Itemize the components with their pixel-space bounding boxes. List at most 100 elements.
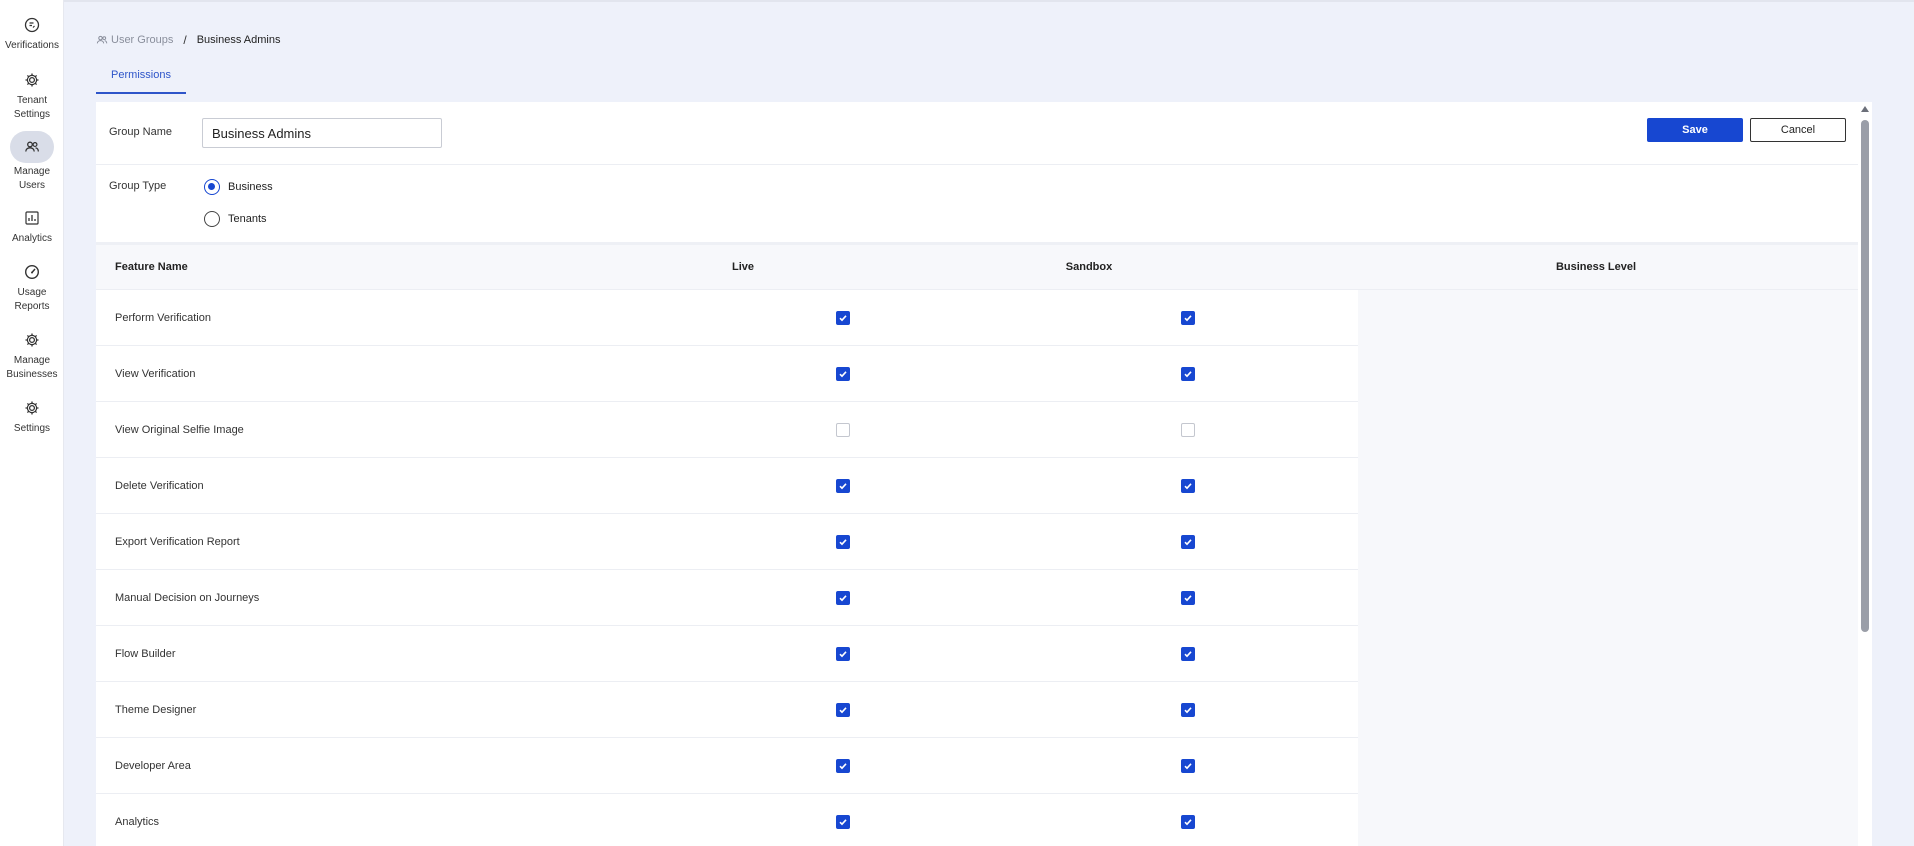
sidebar-item-settings[interactable]: Settings [0, 397, 64, 436]
scroll-up-arrow[interactable] [1861, 106, 1869, 112]
feature-name-cell: View Verification [115, 368, 196, 380]
radio-business-label: Business [228, 181, 273, 193]
table-row: View Verification [96, 346, 1858, 402]
business-level-cell [1358, 346, 1858, 402]
table-row: Perform Verification [96, 290, 1858, 346]
group-name-label: Group Name [109, 126, 172, 138]
sandbox-checkbox[interactable] [1181, 591, 1195, 605]
live-checkbox[interactable] [836, 815, 850, 829]
feature-name-cell: Theme Designer [115, 704, 197, 716]
sidebar: Verifications Tenant Settings Manage Use… [0, 0, 64, 846]
save-button[interactable]: Save [1647, 118, 1743, 142]
sidebar-item-label: Manage Users [13, 166, 51, 191]
table-header: Feature Name Live Sandbox Business Level [96, 245, 1858, 290]
users-icon [96, 35, 108, 44]
table-row: Developer Area [96, 738, 1858, 794]
users-icon [10, 131, 54, 163]
sidebar-item-analytics[interactable]: Analytics [0, 207, 64, 246]
permissions-table: Feature Name Live Sandbox Business Level… [96, 245, 1858, 846]
sidebar-item-tenant-settings[interactable]: Tenant Settings [0, 69, 64, 122]
gear-icon [21, 329, 43, 351]
scroll-thumb[interactable] [1861, 120, 1869, 632]
form-divider [96, 164, 1858, 165]
table-row: Flow Builder [96, 626, 1858, 682]
live-checkbox[interactable] [836, 479, 850, 493]
app-root: Verifications Tenant Settings Manage Use… [0, 0, 1914, 846]
top-divider [64, 0, 1914, 2]
scrollbar[interactable] [1858, 102, 1872, 846]
sidebar-item-label: Verifications [5, 40, 59, 51]
sidebar-item-verifications[interactable]: Verifications [0, 14, 64, 53]
radio-business[interactable]: Business [204, 179, 273, 195]
feature-name-cell: Manual Decision on Journeys [115, 592, 260, 604]
group-type-label: Group Type [109, 180, 167, 192]
radio-tenants[interactable]: Tenants [204, 211, 267, 227]
sandbox-checkbox[interactable] [1181, 759, 1195, 773]
business-level-cell [1358, 570, 1858, 626]
business-level-cell [1358, 290, 1858, 346]
header-live: Live [731, 261, 754, 273]
table-row: Manual Decision on Journeys [96, 570, 1858, 626]
verifications-icon [21, 14, 43, 36]
sidebar-item-label: Tenant Settings [13, 95, 51, 120]
feature-name-cell: Analytics [115, 816, 160, 828]
business-level-cell [1358, 458, 1858, 514]
sidebar-item-label: Settings [13, 423, 51, 434]
business-level-cell [1358, 682, 1858, 738]
table-row: View Original Selfie Image [96, 402, 1858, 458]
business-level-cell [1358, 402, 1858, 458]
live-checkbox[interactable] [836, 367, 850, 381]
live-checkbox[interactable] [836, 535, 850, 549]
header-sandbox: Sandbox [1065, 261, 1113, 273]
radio-tenants-label: Tenants [228, 213, 267, 225]
sandbox-checkbox[interactable] [1181, 647, 1195, 661]
feature-name-cell: Export Verification Report [115, 536, 240, 548]
breadcrumb-user-groups[interactable]: User Groups [96, 34, 173, 46]
group-name-field[interactable] [202, 118, 442, 148]
sandbox-checkbox[interactable] [1181, 311, 1195, 325]
breadcrumb-current: Business Admins [196, 34, 281, 46]
live-checkbox[interactable] [836, 759, 850, 773]
sandbox-checkbox[interactable] [1181, 703, 1195, 717]
feature-name-cell: Perform Verification [115, 312, 211, 324]
sandbox-checkbox[interactable] [1181, 815, 1195, 829]
table-body: Perform Verification View Verification Vie… [96, 290, 1858, 846]
radio-button-checked[interactable] [204, 179, 220, 195]
header-feature-name: Feature Name [115, 261, 188, 273]
speedometer-icon [21, 261, 43, 283]
cancel-button[interactable]: Cancel [1750, 118, 1846, 142]
live-checkbox[interactable] [836, 591, 850, 605]
table-row: Delete Verification [96, 458, 1858, 514]
radio-button-unchecked[interactable] [204, 211, 220, 227]
feature-name-cell: View Original Selfie Image [115, 424, 244, 436]
analytics-icon [21, 207, 43, 229]
sidebar-item-usage-reports[interactable]: Usage Reports [0, 261, 64, 314]
table-row: Theme Designer [96, 682, 1858, 738]
feature-name-cell: Developer Area [115, 760, 191, 772]
sidebar-item-manage-users[interactable]: Manage Users [0, 131, 64, 193]
sandbox-checkbox[interactable] [1181, 535, 1195, 549]
business-level-cell [1358, 738, 1858, 794]
business-level-cell [1358, 626, 1858, 682]
sandbox-checkbox[interactable] [1181, 367, 1195, 381]
live-checkbox[interactable] [836, 423, 850, 437]
sidebar-item-manage-businesses[interactable]: Manage Businesses [0, 329, 64, 382]
breadcrumb: User Groups / Business Admins [96, 32, 280, 48]
live-checkbox[interactable] [836, 647, 850, 661]
gear-icon [21, 69, 43, 91]
header-business-level: Business Level [1555, 261, 1637, 273]
table-row: Analytics [96, 794, 1858, 846]
feature-name-cell: Flow Builder [115, 648, 176, 660]
tab-permissions[interactable]: Permissions [96, 64, 186, 94]
sandbox-checkbox[interactable] [1181, 423, 1195, 437]
live-checkbox[interactable] [836, 703, 850, 717]
sandbox-checkbox[interactable] [1181, 479, 1195, 493]
feature-name-cell: Delete Verification [115, 480, 204, 492]
business-level-cell [1358, 794, 1858, 846]
permissions-card: Group Name Save Cancel Group Type Busine… [96, 102, 1858, 846]
sidebar-item-label: Usage Reports [14, 287, 50, 312]
breadcrumb-separator: / [183, 33, 187, 47]
gear-icon [21, 397, 43, 419]
live-checkbox[interactable] [836, 311, 850, 325]
sidebar-item-label: Manage Businesses [6, 355, 58, 380]
